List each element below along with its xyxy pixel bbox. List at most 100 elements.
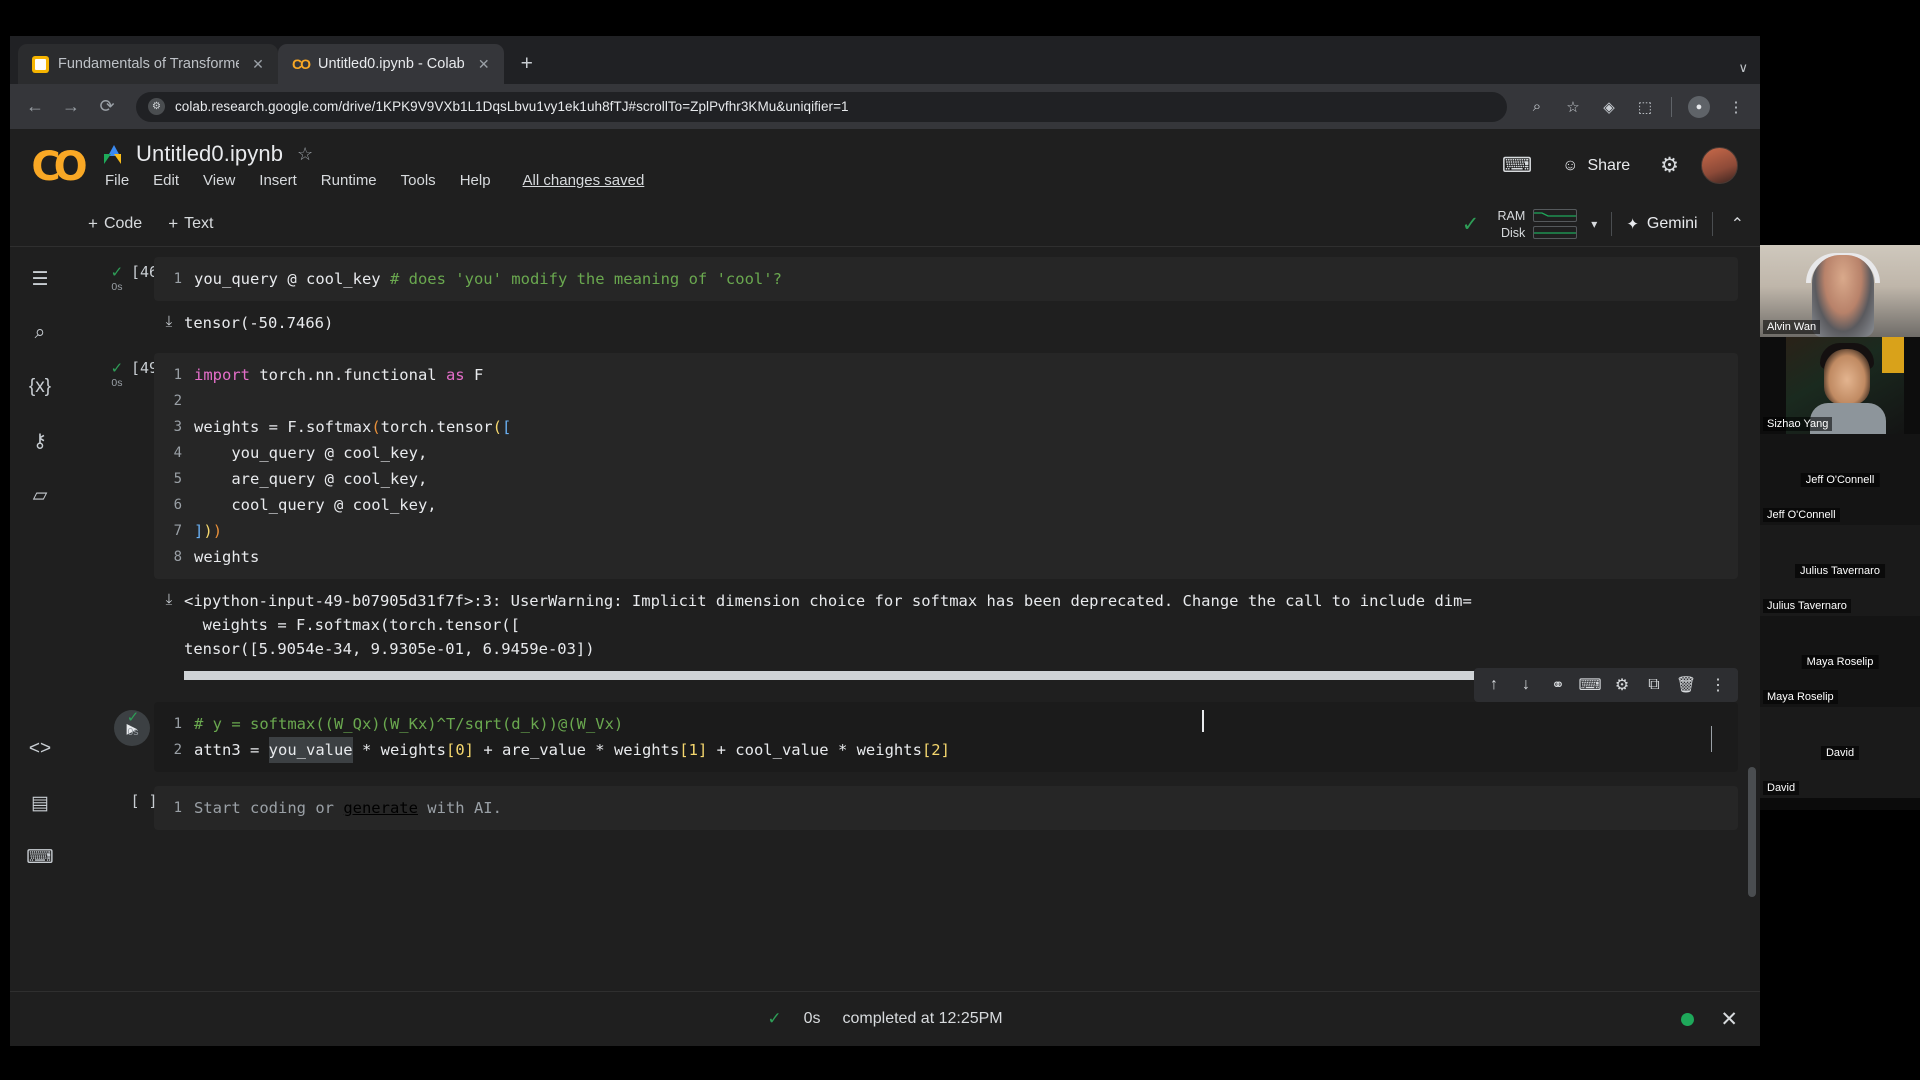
bookmark-star-icon[interactable]: ☆ [1563, 97, 1583, 117]
comment-icon[interactable]: ⌨ [1502, 153, 1532, 178]
notebook-cell-active[interactable]: ▶ ✓ 0s ↑ ↓ ⚭ ⌨ ⚙ ⧉ 🗑 ⋮ 1 # y = softmax((… [92, 668, 1738, 772]
notebook-vertical-scrollbar[interactable] [1748, 767, 1756, 897]
gemini-button[interactable]: ✦ Gemini [1626, 215, 1697, 233]
search-icon[interactable]: ⌕ [26, 319, 54, 347]
secrets-key-icon[interactable]: ⚷ [26, 427, 54, 455]
output-arrow-icon[interactable]: ⤓ [154, 313, 184, 330]
code-editor[interactable]: 1 you_query @ cool_key # does 'you' modi… [154, 257, 1738, 301]
participant-face [1824, 349, 1870, 405]
code-snippets-icon[interactable]: <> [26, 735, 54, 763]
video-tile-participant[interactable]: Maya Roselip Maya Roselip [1760, 616, 1920, 707]
video-tile-participant[interactable]: Sizhao Yang [1760, 337, 1920, 434]
cell-runtime-label: 0s [127, 726, 139, 738]
tab-close-icon[interactable]: ✕ [474, 54, 494, 74]
variables-icon[interactable]: {x} [26, 373, 54, 401]
back-icon[interactable]: ← [24, 96, 46, 118]
notebook-cell[interactable]: ✓ 0s [49] 1 import torch.nn.functional a… [92, 353, 1738, 680]
extension-icon[interactable]: ◈ [1599, 97, 1619, 117]
sparkle-icon: ✦ [1626, 216, 1639, 233]
plus-icon: + [168, 213, 179, 233]
menu-help[interactable]: Help [460, 172, 491, 189]
video-tile-participant[interactable]: Julius Tavernaro Julius Tavernaro [1760, 525, 1920, 616]
close-status-icon[interactable]: ✕ [1720, 1007, 1738, 1032]
code-bracket: ] [194, 522, 204, 540]
avatar[interactable] [1701, 147, 1738, 184]
move-cell-down-icon[interactable]: ↓ [1512, 671, 1540, 699]
disk-label: Disk [1500, 225, 1526, 240]
runtime-connected-icon: ✓ [1461, 212, 1480, 236]
menu-edit[interactable]: Edit [153, 172, 179, 189]
add-code-cell-button[interactable]: + Code [88, 214, 142, 234]
code-bracket: [ [501, 418, 512, 436]
commands-icon[interactable]: ▤ [26, 789, 54, 817]
code-editor-active[interactable]: 1 # y = softmax((W_Qx)(W_Kx)^T/sqrt(d_k)… [154, 702, 1738, 772]
more-options-icon[interactable]: ⋮ [1704, 671, 1732, 699]
terminal-icon[interactable]: ⌨ [26, 843, 54, 871]
zoom-icon[interactable]: ⌕ [1527, 97, 1547, 117]
video-tile-participant[interactable]: David David [1760, 707, 1920, 798]
text-cursor [1202, 710, 1204, 732]
menu-tools[interactable]: Tools [401, 172, 436, 189]
colab-logo-icon[interactable]: CO [28, 144, 87, 190]
video-tile-participant[interactable]: Alvin Wan [1760, 245, 1920, 337]
scrollbar-thumb[interactable] [184, 671, 1505, 680]
side-panel-icon[interactable]: ⬚ [1635, 97, 1655, 117]
copy-cell-icon[interactable]: ⧉ [1640, 671, 1668, 699]
site-settings-icon[interactable]: ⚙ [148, 98, 165, 115]
cell-success-icon: ✓ [110, 360, 124, 377]
code-text: + are_value * weights [473, 741, 680, 759]
reload-icon[interactable]: ⟳ [96, 96, 118, 118]
background-object [1882, 337, 1904, 373]
move-cell-up-icon[interactable]: ↑ [1480, 671, 1508, 699]
browser-tab-0[interactable]: Fundamentals of Transformer ✕ [18, 44, 278, 84]
gear-icon[interactable]: ⚙ [1660, 153, 1679, 178]
link-to-cell-icon[interactable]: ⚭ [1544, 671, 1572, 699]
output-arrow-icon[interactable]: ⤓ [154, 591, 184, 608]
generate-with-ai-link[interactable]: generate [343, 795, 418, 821]
code-editor[interactable]: 1 import torch.nn.functional as F 2 3 we… [154, 353, 1738, 579]
files-folder-icon[interactable]: ▱ [26, 481, 54, 509]
share-label: Share [1587, 156, 1631, 174]
add-text-cell-button[interactable]: + Text [168, 214, 213, 234]
notebook-cell[interactable]: ✓ 0s [46] 1 you_query @ cool_key # does … [92, 257, 1738, 335]
notebook-cell-empty[interactable]: [ ] 1 Start coding or generate with AI. [92, 786, 1738, 830]
cell-runtime-label: 0s [111, 281, 123, 293]
resource-usage-indicator[interactable]: RAM Disk [1493, 209, 1578, 240]
video-call-panel: Alvin Wan Sizhao Yang Jeff O'Connell Jef… [1760, 245, 1920, 810]
notebook-body[interactable]: ✓ 0s [4 6] 1 you_query @ cool_key # does … [70, 247, 1760, 991]
star-icon[interactable]: ☆ [297, 144, 313, 165]
delete-cell-trash-icon[interactable]: 🗑 [1672, 671, 1700, 699]
code-text: weights [194, 548, 260, 566]
profile-avatar-icon[interactable]: ● [1688, 95, 1710, 118]
browser-menu-icon[interactable]: ⋮ [1726, 97, 1746, 117]
execution-count[interactable]: [ ] [130, 792, 157, 810]
browser-omnibox-bar: ← → ⟳ ⚙ colab.research.google.com/drive/… [10, 84, 1760, 129]
menu-view[interactable]: View [203, 172, 235, 189]
code-bracket: ) [212, 522, 223, 540]
menu-file[interactable]: File [105, 172, 129, 189]
menu-runtime[interactable]: Runtime [321, 172, 377, 189]
cell-settings-gear-icon[interactable]: ⚙ [1608, 671, 1636, 699]
forward-icon[interactable]: → [60, 96, 82, 118]
code-text: cool_query @ cool_key, [194, 496, 437, 514]
tab-search-icon[interactable]: ∨ [1738, 60, 1748, 76]
video-tile-participant[interactable]: Jeff O'Connell Jeff O'Connell [1760, 434, 1920, 525]
chevron-down-icon[interactable]: ▾ [1591, 217, 1597, 231]
participant-video [1812, 255, 1874, 337]
code-text: weights = F.softmax [194, 418, 372, 436]
tab-close-icon[interactable]: ✕ [248, 54, 268, 74]
url-bar[interactable]: ⚙ colab.research.google.com/drive/1KPK9V… [136, 91, 1507, 122]
save-status-label[interactable]: All changes saved [523, 172, 645, 189]
add-comment-icon[interactable]: ⌨ [1576, 671, 1604, 699]
chevron-up-icon[interactable]: ⌃ [1731, 214, 1744, 234]
menu-insert[interactable]: Insert [259, 172, 297, 189]
browser-tab-1[interactable]: CO Untitled0.ipynb - Colab ✕ [278, 44, 504, 84]
new-tab-button[interactable]: + [512, 49, 542, 79]
status-elapsed-label: 0s [803, 1010, 821, 1027]
code-bracket: ) [203, 522, 213, 540]
page-title[interactable]: Untitled0.ipynb [136, 141, 283, 167]
table-of-contents-icon[interactable]: ☰ [26, 265, 54, 293]
participant-name: Alvin Wan [1763, 320, 1821, 334]
share-button[interactable]: ☺ Share [1554, 151, 1638, 181]
code-editor-empty[interactable]: 1 Start coding or generate with AI. [154, 786, 1738, 830]
